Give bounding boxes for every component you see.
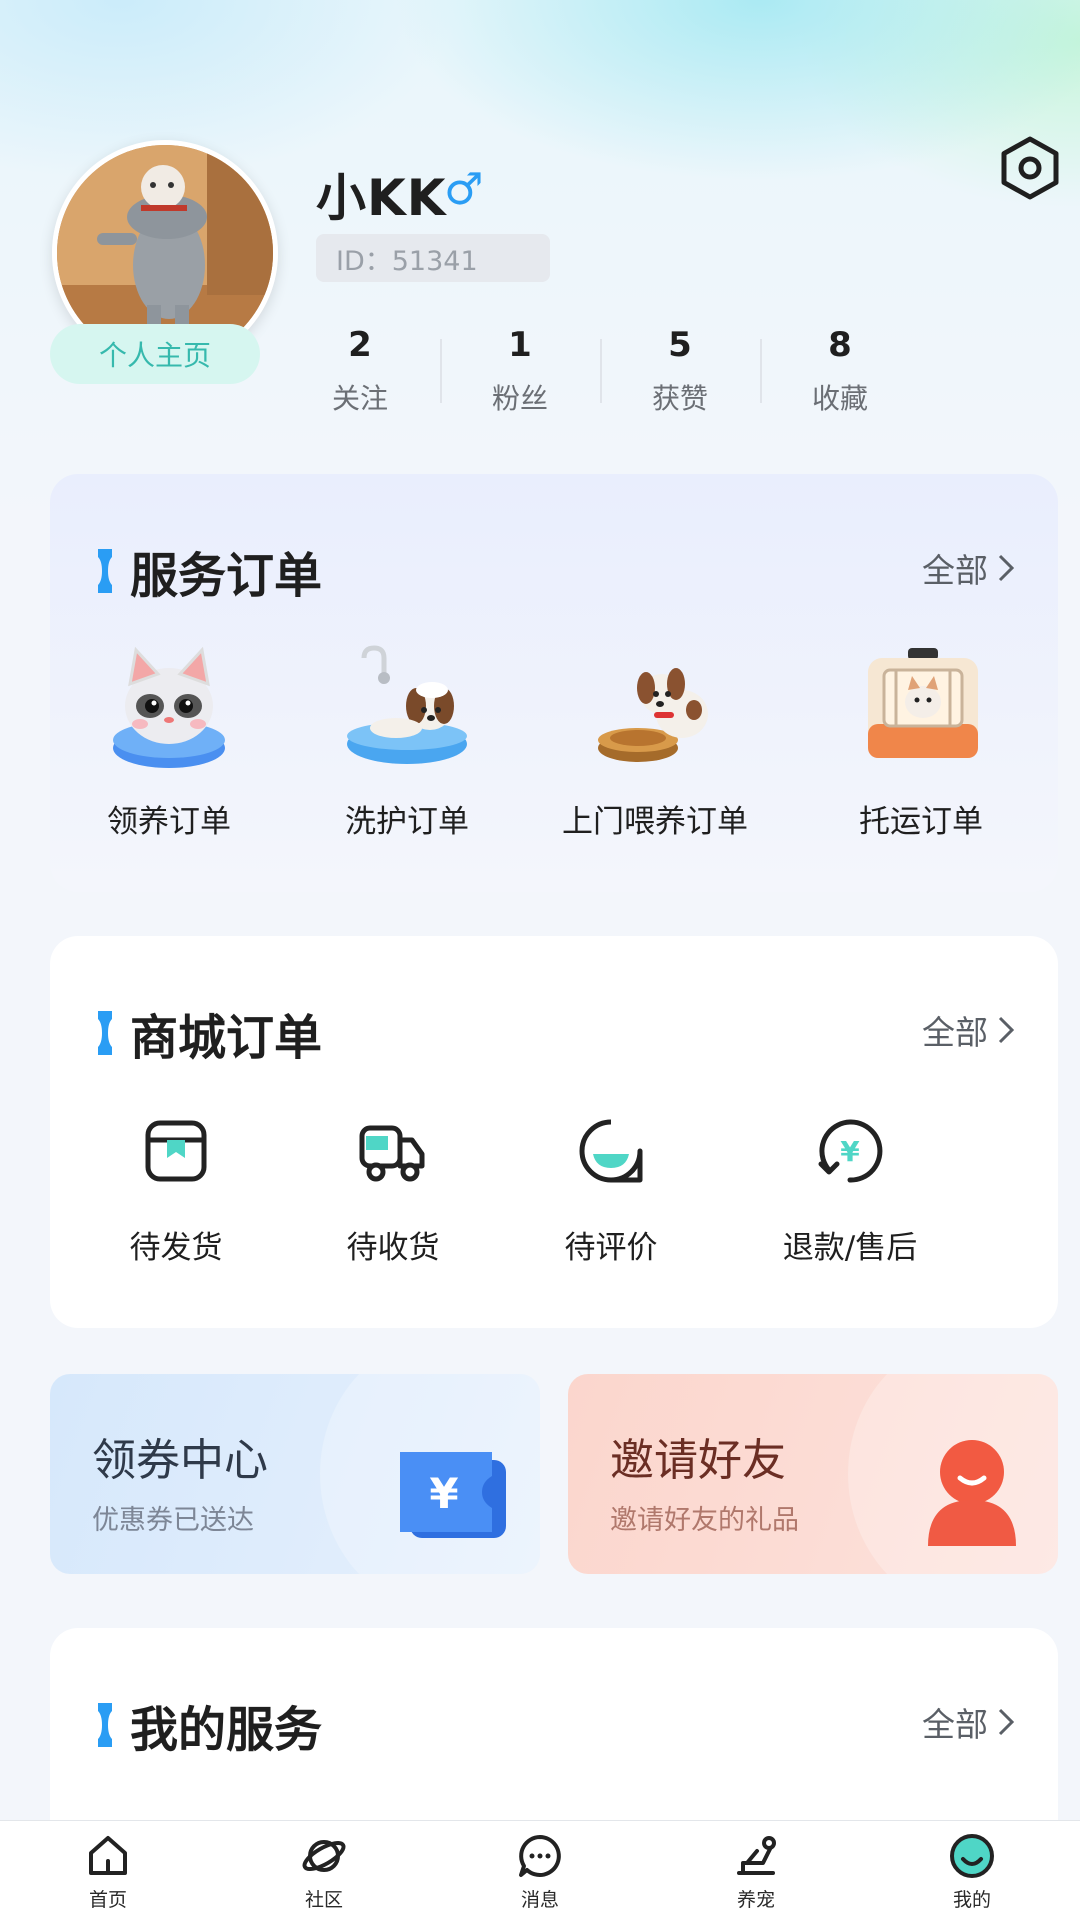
homepage-button[interactable]: 个人主页 [50,324,260,384]
pet-care-icon [737,1836,776,1875]
home-icon [89,1836,127,1875]
tab-mine[interactable]: 我的 [864,1821,1080,1921]
refund-icon: ¥ [818,1119,883,1183]
stat-value: 5 [668,325,692,365]
stat-favorites[interactable]: 8 收藏 [760,325,920,425]
all-label: 全部 [922,551,988,590]
coupon-yen-icon: ¥ [400,1452,506,1538]
promo-subtitle: 优惠券已送达 [92,1505,254,1536]
pet-carrier-icon [868,648,978,758]
review-icon [579,1119,643,1183]
mall-item-refund[interactable]: ¥ 退款/售后 [738,1116,962,1267]
tab-pet-care[interactable]: 养宠 [648,1821,864,1921]
mall-item-to-receive[interactable]: 待收货 [302,1116,484,1267]
bone-icon [98,1703,112,1747]
chevron-right-icon [998,1708,1014,1736]
settings-hexagon-icon[interactable] [1000,136,1060,200]
stat-value: 8 [828,325,852,365]
promo-title: 邀请好友 [610,1435,786,1486]
coupon-center-banner[interactable]: 领券中心 优惠券已送达 ¥ [50,1374,540,1574]
mall-orders-card: 商城订单 全部 待发货 待收货 待评价 ¥ 退款/售后 [50,936,1058,1328]
service-orders-grid: 领养订单 洗护订单 上门喂养订单 托运订单 [50,644,1058,841]
mall-orders-all-link[interactable]: 全部 [922,1006,1014,1054]
service-item-label: 上门喂养订单 [562,804,748,840]
service-item-home-feeding[interactable]: 上门喂养订单 [526,644,784,841]
bottom-tab-bar: 首页 社区 消息 养宠 我的 [0,1820,1080,1921]
section-title: 我的服务 [96,1690,322,1760]
tab-label: 我的 [952,1889,991,1911]
chevron-right-icon [998,1016,1014,1044]
mall-orders-grid: 待发货 待收货 待评价 ¥ 退款/售后 [50,1116,1058,1267]
username: 小KK [316,169,447,227]
service-item-label: 托运订单 [859,804,983,840]
chat-bubble-icon [519,1835,561,1877]
service-item-shipping[interactable]: 托运订单 [784,644,1058,841]
mall-item-label: 退款/售后 [782,1230,918,1266]
stat-label: 收藏 [811,382,868,415]
mall-item-label: 待收货 [346,1230,440,1266]
promo-title: 领券中心 [92,1435,268,1486]
tab-home[interactable]: 首页 [0,1821,216,1921]
service-item-label: 领养订单 [107,804,231,840]
chevron-right-icon [998,554,1014,582]
stat-likes[interactable]: 5 获赞 [600,325,760,425]
all-label: 全部 [922,1013,988,1052]
tab-label: 社区 [304,1889,343,1911]
package-icon [145,1120,207,1182]
stat-label: 关注 [331,382,388,415]
service-item-adoption[interactable]: 领养订单 [50,644,288,841]
stat-value: 1 [508,325,532,365]
all-label: 全部 [922,1705,988,1744]
my-services-title: 我的服务 [130,1702,323,1758]
tab-label: 养宠 [736,1889,775,1911]
invite-friends-banner[interactable]: 邀请好友 邀请好友的礼品 [568,1374,1058,1574]
section-title: 商城订单 [96,998,322,1068]
service-orders-title: 服务订单 [130,548,323,604]
service-item-grooming[interactable]: 洗护订单 [288,644,526,841]
gender-male-icon: ♂ [444,164,484,215]
tab-community[interactable]: 社区 [216,1821,432,1921]
service-item-label: 洗护订单 [345,804,469,840]
tab-messages[interactable]: 消息 [432,1821,648,1921]
profile-stats: 2 关注 1 粉丝 5 获赞 8 收藏 [280,325,920,425]
bone-icon [98,549,112,593]
stat-followers[interactable]: 1 粉丝 [440,325,600,425]
tab-label: 消息 [520,1889,559,1911]
service-orders-card: 服务订单 全部 领养订单 洗护订单 上门喂养订单 托运订单 [50,474,1058,892]
mall-item-to-ship[interactable]: 待发货 [50,1116,302,1267]
promo-subtitle: 邀请好友的礼品 [610,1505,799,1536]
stat-value: 2 [348,325,372,365]
svg-text:¥: ¥ [429,1469,458,1518]
svg-text:¥: ¥ [840,1135,860,1168]
service-orders-all-link[interactable]: 全部 [922,544,1014,592]
planet-icon [302,1840,346,1872]
dog-feeding-icon [598,668,708,762]
stat-label: 粉丝 [491,382,548,415]
mall-orders-title: 商城订单 [130,1010,323,1066]
mall-item-label: 待发货 [129,1230,223,1266]
stat-following[interactable]: 2 关注 [280,325,440,425]
stat-label: 获赞 [651,382,708,415]
dog-bath-icon [347,645,467,764]
mall-item-to-review[interactable]: 待评价 [484,1116,738,1267]
tab-label: 首页 [88,1889,127,1911]
mall-item-label: 待评价 [564,1230,658,1266]
truck-icon [359,1125,425,1182]
person-icon [928,1440,1016,1546]
user-id-badge: ID：51341 [316,234,550,282]
cat-in-bowl-icon [113,646,225,768]
smiley-icon [950,1834,994,1878]
my-services-all-link[interactable]: 全部 [922,1698,1014,1746]
section-title: 服务订单 [96,536,322,606]
bone-icon [98,1011,112,1055]
